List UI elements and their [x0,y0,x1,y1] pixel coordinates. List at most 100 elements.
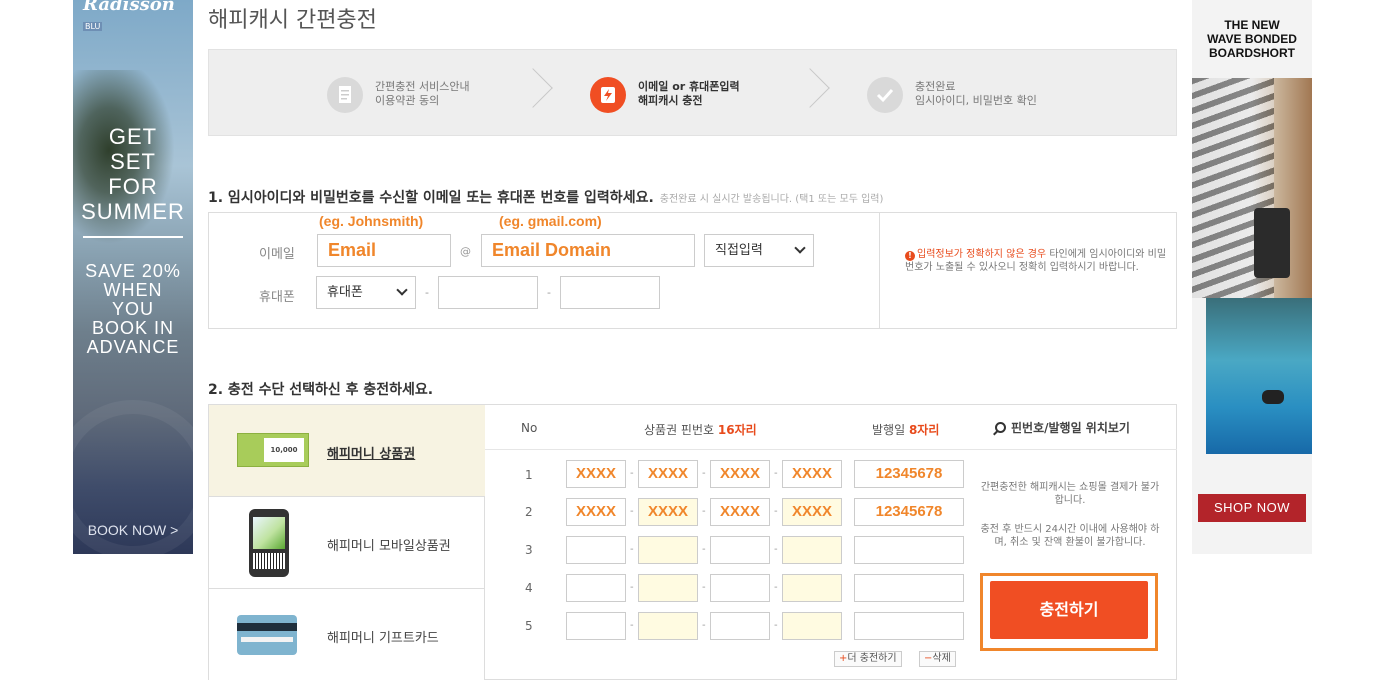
at-symbol: @ [460,245,471,258]
charge-button[interactable]: 충전하기 [990,581,1148,639]
ad-offer: SAVE 20% WHEN YOU BOOK IN ADVANCE [85,261,181,357]
pin-input[interactable]: XXXX [566,460,626,488]
pin-input[interactable] [638,574,698,602]
contact-input-box: (eg. Johnsmith) (eg. gmail.com) 이메일 Emai… [208,212,1177,329]
divider [879,213,880,328]
issue-date-input[interactable] [854,612,964,640]
domain-example-note: (eg. gmail.com) [499,213,602,229]
left-ad-banner[interactable]: Radisson BLU GET SET FOR SUMMER SAVE 20%… [73,0,193,554]
email-id-input[interactable]: Email [317,234,451,267]
dash: - [630,620,634,631]
pin-input[interactable] [782,574,842,602]
pin-input[interactable]: XXXX [638,460,698,488]
row-number: 5 [525,619,533,633]
ad-divider [83,236,183,238]
chevron-down-icon [794,242,806,254]
shop-now-button[interactable]: SHOP NOW [1198,494,1306,522]
email-domain-input[interactable]: Email Domain [481,234,695,267]
pin-input[interactable] [782,612,842,640]
document-icon [327,77,363,113]
surfer-image [1262,390,1284,404]
method-label: 해피머니 상품권 [327,447,416,462]
issue-date-input[interactable]: 12345678 [854,460,964,488]
search-icon [995,422,1006,433]
ad-brand-logo: Radisson BLU [83,0,175,31]
phone-prefix-select[interactable]: 휴대폰 [316,276,416,309]
progress-steps: 간편충전 서비스안내 이용약관 동의 이메일 or 휴대폰입력 해피캐시 충전 충전… [208,49,1177,136]
dash: - [702,582,706,593]
delete-button[interactable]: −삭제 [919,651,956,667]
method-voucher[interactable]: 10,000 해피머니 상품권 [209,405,485,497]
surfer-product-image [1192,78,1312,298]
step-label: 간편충전 서비스안내 이용약관 동의 [375,80,470,107]
pin-input[interactable]: XXXX [710,460,770,488]
chevron-right-icon [513,68,553,108]
pin-input[interactable] [566,574,626,602]
method-gift-card[interactable]: 해피머니 기프트카드 [209,589,485,680]
ad-headline: GET SET FOR SUMMER [81,124,185,224]
email-label: 이메일 [259,247,295,262]
domain-select[interactable]: 직접입력 [704,234,814,267]
dash: - [630,582,634,593]
check-icon [867,77,903,113]
pin-input[interactable]: XXXX [782,498,842,526]
pin-input[interactable] [566,612,626,640]
pin-input[interactable]: XXXX [638,498,698,526]
method-mobile-voucher[interactable]: 해피머니 모바일상품권 [209,497,485,589]
issue-date-input[interactable] [854,536,964,564]
divider [485,449,1177,450]
pin-input[interactable]: XXXX [566,498,626,526]
pin-input[interactable] [638,536,698,564]
method-label: 해피머니 기프트카드 [327,631,439,646]
voucher-icon: 10,000 [237,433,309,467]
dash: - [702,506,706,517]
phone-middle-input[interactable] [438,276,538,309]
dash: - [702,468,706,479]
ad-headline: THE NEW WAVE BONDED BOARDSHORT [1207,18,1297,60]
dash: - [702,544,706,555]
credit-card-icon [237,615,297,655]
dash: - [774,582,778,593]
phone-last-input[interactable] [560,276,660,309]
dash: - [630,468,634,479]
method-label: 해피머니 모바일상품권 [327,539,451,554]
dash: - [702,620,706,631]
wave-image [1206,298,1312,454]
section-1-title: 1. 임시아이디와 비밀번호를 수신할 이메일 또는 휴대폰 번호를 입력하세요… [208,190,884,206]
pin-input[interactable] [638,612,698,640]
row-number: 2 [525,505,533,519]
row-number: 3 [525,543,533,557]
column-pin: 상품권 핀번호 16자리 [644,423,757,437]
mobile-phone-icon [249,509,289,577]
pin-input[interactable]: XXXX [710,498,770,526]
pin-input[interactable] [782,536,842,564]
pin-input[interactable] [710,612,770,640]
pin-input[interactable]: XXXX [782,460,842,488]
warning-note: ! 입력정보가 정확하지 않은 경우 타인에게 임시아이디와 비밀번호가 노출될 … [905,249,1167,273]
dash: - [547,286,551,299]
dash: - [774,506,778,517]
ad-book-now-link[interactable]: BOOK NOW > [73,522,193,538]
step-label: 이메일 or 휴대폰입력 해피캐시 충전 [638,80,740,107]
right-ad-banner[interactable]: THE NEW WAVE BONDED BOARDSHORT SHOP NOW [1192,0,1312,554]
dash: - [425,286,429,299]
dash: - [630,544,634,555]
column-issue-date: 발행일 8자리 [872,423,940,437]
chevron-right-icon [790,68,830,108]
dash: - [630,506,634,517]
boardshort-image [1254,208,1290,278]
page-title: 해피캐시 간편충전 [208,8,377,33]
step-label: 충전완료 임시아이디, 비밀번호 확인 [915,80,1037,107]
charge-box: 10,000 해피머니 상품권 해피머니 모바일상품권 해피머니 기프트카드 N… [208,404,1177,680]
dash: - [774,620,778,631]
pin-input[interactable] [710,574,770,602]
add-more-button[interactable]: +더 충전하기 [834,651,902,667]
pin-input[interactable] [710,536,770,564]
issue-date-input[interactable]: 12345678 [854,498,964,526]
find-pin-location-link[interactable]: 핀번호/발행일 위치보기 [995,419,1130,436]
pin-input[interactable] [566,536,626,564]
issue-date-input[interactable] [854,574,964,602]
row-number: 4 [525,581,533,595]
dash: - [774,468,778,479]
notice-text: 충전 후 반드시 24시간 이내에 사용해야 하며, 취소 및 잔액 환불이 불… [980,524,1160,548]
